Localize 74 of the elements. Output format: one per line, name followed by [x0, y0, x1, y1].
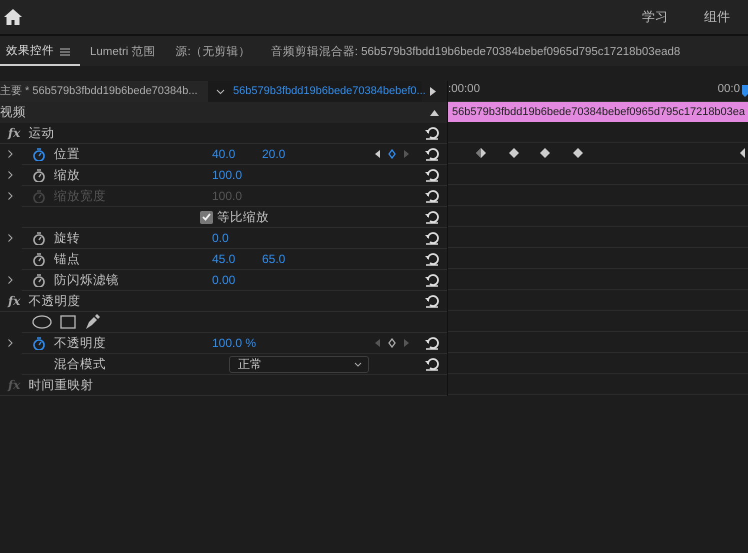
master-clip-label: 主要 * 56b579b3fbdd19b6bede70384b... — [0, 81, 208, 102]
panel-tab[interactable]: 音频剪辑混合器: 56b579b3fbdd19b6bede70384bebef0965d795c17218b03ead8 — [260, 40, 690, 66]
reset-icon[interactable] — [425, 336, 439, 350]
keyframe-icon[interactable] — [388, 338, 396, 348]
effect-name: 不透明度 — [28, 292, 80, 310]
reset-icon[interactable] — [425, 210, 439, 224]
property-name: 防闪烁滤镜 — [54, 272, 120, 289]
play-icon[interactable] — [430, 87, 436, 96]
chevron-icon — [216, 88, 225, 94]
reset-icon[interactable] — [425, 273, 439, 287]
property-value[interactable]: 0.0 — [212, 229, 262, 247]
property-value[interactable]: 45.0 — [212, 250, 262, 268]
effect-name: 时间重映射 — [28, 376, 94, 394]
property-value[interactable]: 100.0 % — [212, 334, 262, 352]
reset-icon[interactable] — [425, 168, 439, 182]
playhead-icon[interactable] — [742, 85, 748, 97]
expand-chevron-icon[interactable] — [8, 339, 13, 347]
previous-keyframe-icon[interactable] — [375, 150, 380, 158]
timecode: :00:00 — [448, 82, 480, 97]
property-name: 不透明度 — [54, 334, 107, 352]
checkbox[interactable]: 等比缩放 — [200, 208, 269, 226]
home-icon[interactable] — [4, 9, 22, 25]
reset-icon[interactable] — [425, 294, 439, 308]
menu-icon[interactable] — [60, 48, 70, 56]
checkmark-icon — [202, 213, 211, 221]
stopwatch-icon[interactable] — [32, 147, 46, 161]
stopwatch-icon[interactable] — [32, 252, 46, 266]
fx-badge[interactable]: fx — [8, 292, 20, 310]
expand-chevron-icon[interactable] — [8, 276, 13, 284]
clip-bar[interactable]: 56b579b3fbdd19b6bede70384bebef0965d795c17218b03ea — [448, 102, 748, 122]
property-value[interactable]: 65.0 — [262, 250, 312, 268]
keyframe-icon[interactable] — [476, 148, 486, 158]
property-value[interactable]: 100.0 — [212, 166, 262, 184]
property-name: 旋转 — [54, 230, 81, 247]
stopwatch-icon[interactable] — [32, 168, 46, 182]
reset-icon[interactable] — [425, 126, 439, 140]
nav-item[interactable]: 组件 — [686, 7, 748, 27]
expand-chevron-icon[interactable] — [8, 234, 13, 242]
fx-badge[interactable]: fx — [8, 124, 20, 142]
keyframe-icon[interactable] — [509, 148, 519, 158]
reset-icon[interactable] — [425, 357, 439, 371]
stopwatch-icon[interactable] — [32, 273, 46, 287]
blend-mode-dropdown[interactable]: 正常 — [229, 356, 369, 372]
effect-name: 运动 — [28, 124, 54, 142]
property-name: 缩放宽度 — [54, 188, 107, 205]
panel-tab[interactable]: 效果控件 — [0, 40, 80, 66]
property-value[interactable]: 0.00 — [212, 271, 262, 289]
collapse-icon[interactable] — [430, 110, 439, 116]
keyframe-icon[interactable] — [740, 148, 745, 158]
expand-chevron-icon[interactable] — [8, 150, 13, 158]
reset-icon[interactable] — [425, 252, 439, 266]
property-value[interactable]: 20.0 — [262, 145, 312, 163]
stopwatch-icon[interactable] — [32, 336, 46, 350]
panel-tab[interactable]: Lumetri 范围 — [80, 40, 166, 66]
property-name: 缩放 — [54, 166, 81, 184]
keyframe-icon[interactable] — [540, 148, 550, 158]
stopwatch-icon[interactable] — [32, 231, 46, 245]
timecode: 00:0 — [718, 82, 740, 97]
keyframe-icon[interactable] — [388, 149, 396, 159]
section-label: 视频 — [0, 104, 26, 122]
keyframe-icon[interactable] — [573, 148, 583, 158]
nav-item[interactable]: 学习 — [624, 7, 686, 27]
property-name: 混合模式 — [54, 356, 107, 373]
rectangle-mask-icon[interactable] — [60, 315, 76, 329]
property-name: 位置 — [54, 146, 81, 163]
reset-icon[interactable] — [425, 231, 439, 245]
reset-icon[interactable] — [425, 147, 439, 161]
ellipse-mask-icon[interactable] — [32, 315, 52, 329]
property-name: 锚点 — [54, 250, 81, 268]
panel-tab[interactable]: 源:（无剪辑） — [166, 40, 261, 66]
property-value[interactable]: 40.0 — [212, 145, 262, 163]
chevron-icon — [354, 362, 362, 366]
pen-icon[interactable] — [84, 314, 100, 330]
expand-chevron-icon[interactable] — [8, 171, 13, 179]
